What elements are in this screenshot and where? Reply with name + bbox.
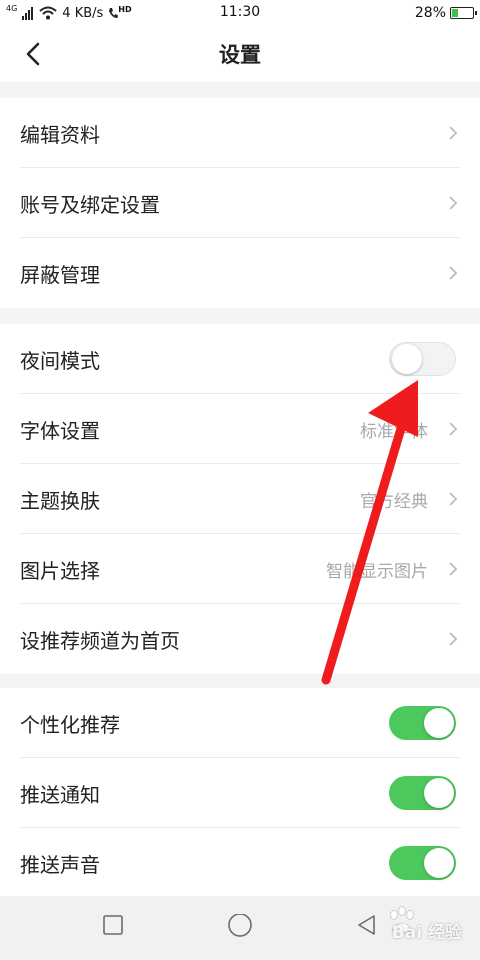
row-label: 图片选择 <box>20 558 100 583</box>
toggle-knob <box>392 344 422 374</box>
settings-row-theme[interactable]: 主题换肤 官方经典 <box>0 464 480 534</box>
nav-bar: 设置 <box>0 26 480 82</box>
row-label: 账号及绑定设置 <box>20 192 160 217</box>
settings-row-home-channel[interactable]: 设推荐频道为首页 <box>0 604 480 674</box>
night-mode-toggle[interactable] <box>389 342 456 376</box>
row-label: 推送声音 <box>20 852 100 877</box>
watermark-text: Bai 经验 <box>391 923 462 943</box>
home-icon[interactable] <box>227 914 253 940</box>
row-value: 标准字体 <box>360 421 428 442</box>
chevron-right-icon <box>449 126 458 140</box>
settings-row-push-sound: 推送声音 <box>0 828 480 896</box>
toggle-knob <box>424 778 454 808</box>
battery-fill <box>452 9 458 17</box>
row-label: 夜间模式 <box>20 348 100 373</box>
battery-icon <box>450 7 477 19</box>
row-label: 屏蔽管理 <box>20 262 100 287</box>
chevron-right-icon <box>449 266 458 280</box>
settings-row-personalized: 个性化推荐 <box>0 688 480 758</box>
settings-row-font[interactable]: 字体设置 标准字体 <box>0 394 480 464</box>
chevron-right-icon <box>449 422 458 436</box>
toggle-knob <box>424 848 454 878</box>
settings-row-push: 推送通知 <box>0 758 480 828</box>
settings-row-account-binding[interactable]: 账号及绑定设置 <box>0 168 480 238</box>
recent-apps-icon[interactable] <box>102 914 124 936</box>
chevron-right-icon <box>449 632 458 646</box>
row-label: 个性化推荐 <box>20 712 120 737</box>
row-value: 智能显示图片 <box>326 561 428 582</box>
settings-row-night-mode: 夜间模式 <box>0 324 480 394</box>
chevron-right-icon <box>449 196 458 210</box>
status-bar: 4G 4 KB/s HD 11:30 28% <box>0 0 480 26</box>
page-title: 设置 <box>219 43 261 67</box>
chevron-right-icon <box>449 562 458 576</box>
row-label: 主题换肤 <box>20 488 100 513</box>
push-toggle[interactable] <box>389 776 456 810</box>
back-arrow-icon[interactable] <box>20 40 48 68</box>
status-right: 28% <box>414 3 477 23</box>
settings-row-block-management[interactable]: 屏蔽管理 <box>0 238 480 308</box>
push-sound-toggle[interactable] <box>389 846 456 880</box>
row-label: 推送通知 <box>20 782 100 807</box>
settings-group-display: 夜间模式 字体设置 标准字体 主题换肤 官方经典 图片选择 智能显示图片 设推荐… <box>0 324 480 674</box>
settings-group-account: 编辑资料 账号及绑定设置 屏蔽管理 <box>0 98 480 308</box>
row-label: 编辑资料 <box>20 122 100 147</box>
back-triangle-icon[interactable] <box>356 914 378 938</box>
personalized-toggle[interactable] <box>389 706 456 740</box>
settings-row-image-mode[interactable]: 图片选择 智能显示图片 <box>0 534 480 604</box>
chevron-right-icon <box>449 492 458 506</box>
battery-percent: 28% <box>414 5 446 21</box>
settings-row-edit-profile[interactable]: 编辑资料 <box>0 98 480 168</box>
status-time: 11:30 <box>219 4 261 20</box>
row-label: 字体设置 <box>20 418 100 443</box>
settings-group-notifications: 个性化推荐 推送通知 推送声音 <box>0 688 480 896</box>
row-label: 设推荐频道为首页 <box>20 628 180 653</box>
row-value: 官方经典 <box>360 491 428 512</box>
toggle-knob <box>424 708 454 738</box>
